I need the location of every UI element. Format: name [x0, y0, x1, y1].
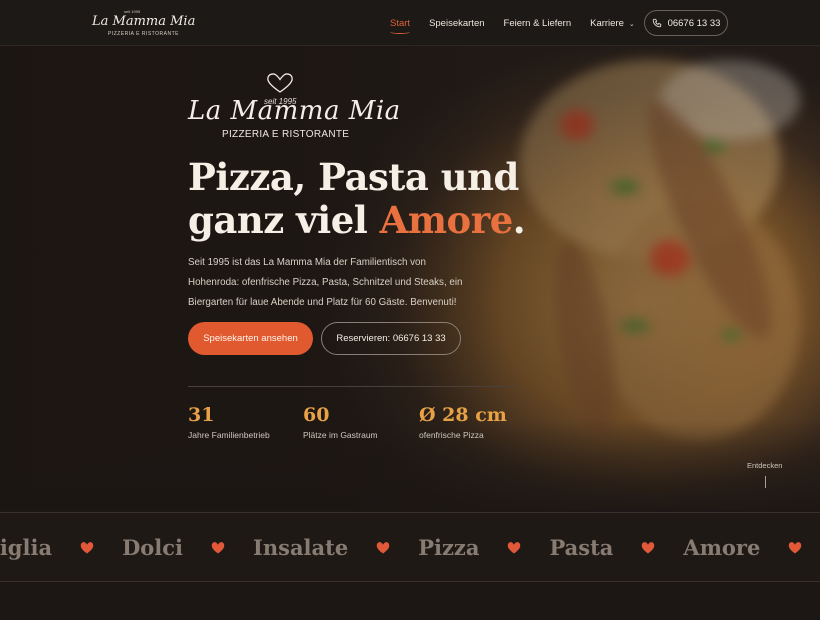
scroll-hint-label[interactable]: Entdecken [747, 461, 782, 470]
marquee-word: amiglia [0, 535, 53, 560]
headline-line-1: Pizza, Pasta und [188, 155, 519, 199]
logo-tagline: PIZZERIA E RISTORANTE [108, 31, 179, 37]
stat-years: 31 Jahre Familienbetrieb [188, 404, 270, 440]
headline-accent: Amore [379, 198, 514, 242]
stat-years-value: 31 [188, 404, 215, 426]
nav-menu: Start Speisekarten Feiern & Liefern Karr… [390, 0, 654, 46]
marquee-word: Amore [683, 535, 761, 560]
marquee-word: Pasta [549, 535, 614, 560]
chevron-down-icon: ⌄ [628, 20, 635, 28]
heart-icon [80, 541, 94, 554]
marquee-word: Insalate [253, 535, 349, 560]
heart-icon [788, 541, 802, 554]
hero-headline: Pizza, Pasta und ganz viel Amore. [188, 155, 526, 242]
headline-line-2-prefix: ganz viel [188, 198, 380, 242]
heart-icon [376, 541, 390, 554]
stat-years-label: Jahre Familienbetrieb [188, 430, 270, 440]
page-bottom-area [0, 582, 820, 620]
stat-pizza-size-label: ofenfrische Pizza [419, 430, 484, 440]
nav-item-karriere-label: Karriere [590, 17, 624, 29]
stat-pizza-size: Ø 28 cm ofenfrische Pizza [419, 404, 507, 440]
view-menus-button[interactable]: Speisekarten ansehen [188, 322, 313, 355]
marquee-word: Pizza [418, 535, 480, 560]
marquee-word: Dolci [122, 535, 184, 560]
nav-item-feiern-liefern[interactable]: Feiern & Liefern [504, 18, 572, 29]
heart-icon [507, 541, 521, 554]
marquee-track: amigliaDolciInsalatePizzaPastaAmoreFa [0, 535, 820, 560]
hero-logo-tagline: PIZZERIA E RISTORANTE [222, 129, 350, 140]
stat-seats: 60 Plätze im Gastraum [303, 404, 378, 440]
nav-item-speisekarten[interactable]: Speisekarten [429, 18, 484, 29]
marquee-band: amigliaDolciInsalatePizzaPastaAmoreFa [0, 512, 820, 582]
nav-phone-button[interactable]: 06676 13 33 [644, 10, 728, 36]
hero-logo-script-name: La Mamma Mia [188, 96, 401, 126]
stats-divider [188, 386, 518, 387]
nav-phone-number: 06676 13 33 [667, 17, 721, 29]
nav-item-start[interactable]: Start [390, 18, 411, 34]
headline-suffix: . [512, 198, 526, 242]
stat-seats-value: 60 [303, 404, 330, 426]
nav-item-karriere[interactable]: Karriere ⌄ [590, 18, 635, 29]
nav-logo[interactable]: seit 1995 La Mamma Mia PIZZERIA E RISTOR… [92, 8, 195, 40]
logo-script-name: La Mamma Mia [92, 14, 196, 29]
heart-icon [211, 541, 225, 554]
stat-seats-label: Plätze im Gastraum [303, 430, 378, 440]
stat-pizza-size-value: Ø 28 cm [419, 404, 507, 426]
reserve-button[interactable]: Reservieren: 06676 13 33 [321, 322, 461, 355]
heart-outline-icon [267, 73, 293, 93]
top-navigation: seit 1995 La Mamma Mia PIZZERIA E RISTOR… [0, 0, 820, 46]
hero-intro-text: Seit 1995 ist das La Mamma Mia der Famil… [188, 257, 463, 308]
heart-icon [641, 541, 655, 554]
hero-logo: seit 1995 La Mamma Mia PIZZERIA E RISTOR… [188, 72, 400, 144]
phone-icon [652, 18, 661, 28]
scroll-hint-line [765, 476, 766, 488]
